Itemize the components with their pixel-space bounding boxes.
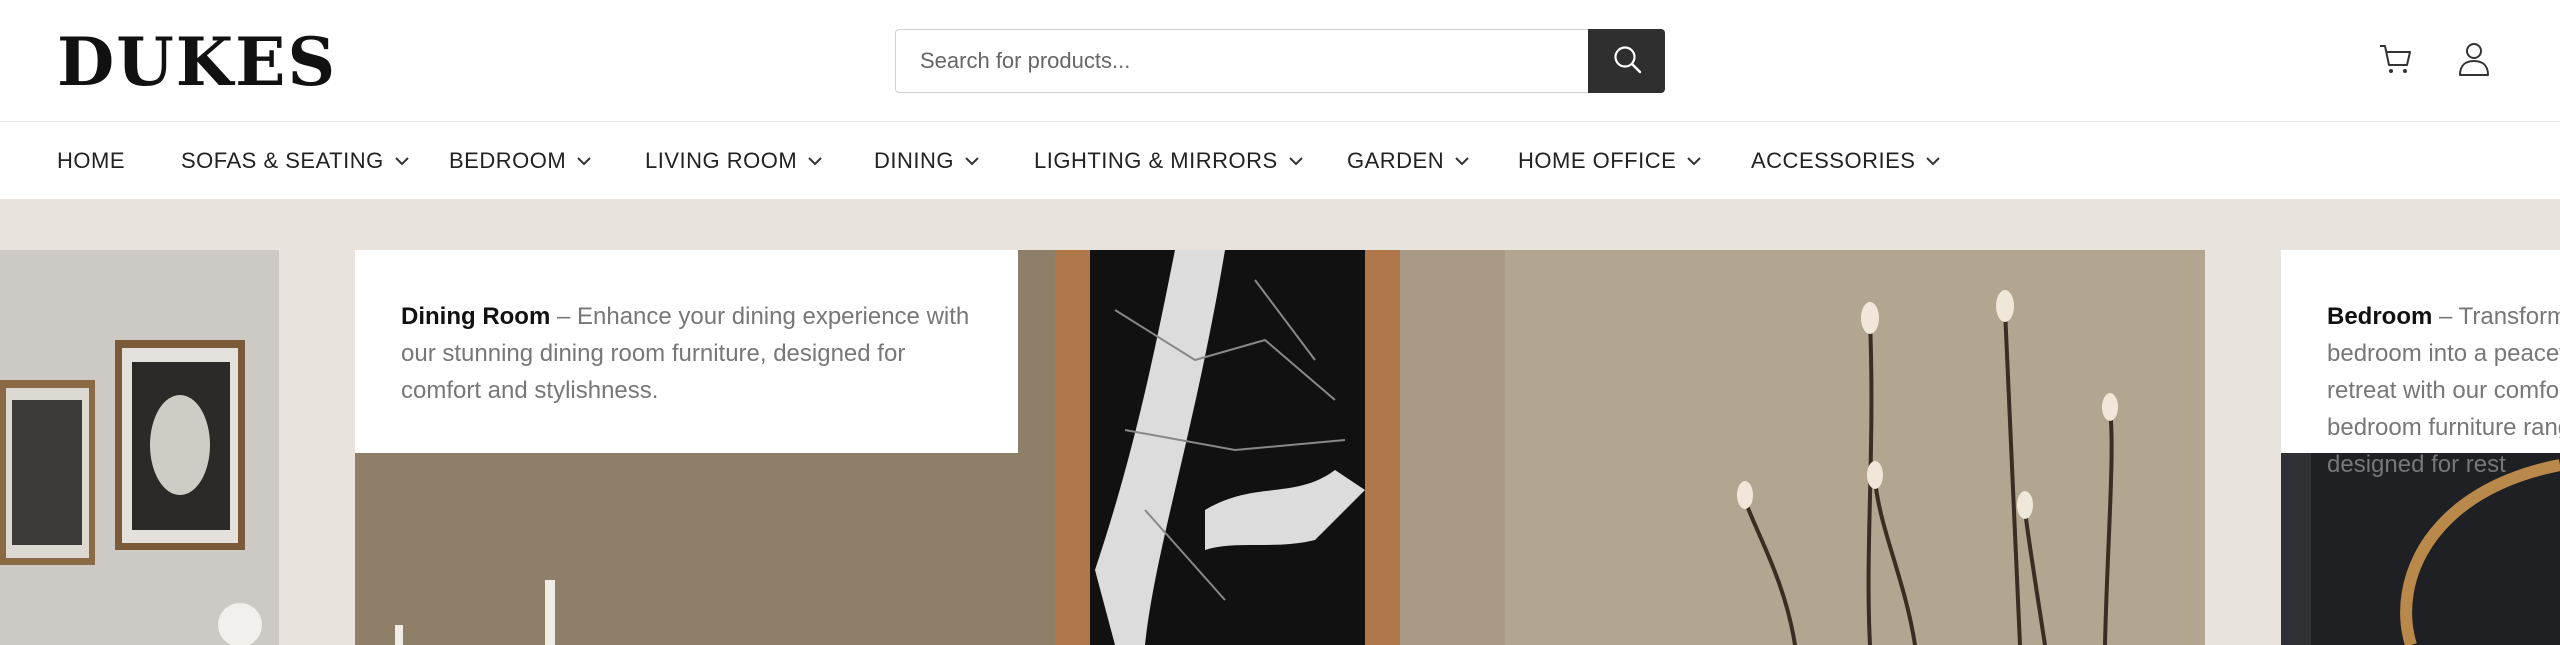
chevron-down-icon <box>1288 156 1304 166</box>
nav-item-sofas-seating[interactable]: SOFAS & SEATING <box>181 122 410 199</box>
search-icon <box>1611 43 1643 80</box>
nav-item-living-room[interactable]: LIVING ROOM <box>645 122 823 199</box>
search-bar <box>895 29 1665 93</box>
nav-item-bedroom[interactable]: BEDROOM <box>449 122 592 199</box>
slide-next[interactable]: Bedroom – Transform your bedroom into a … <box>2281 250 2560 645</box>
chevron-down-icon <box>807 156 823 166</box>
cart-icon <box>2378 41 2414 82</box>
slide-caption: Dining Room – Enhance your dining experi… <box>355 250 1018 453</box>
slide-previous[interactable] <box>0 250 279 645</box>
nav-item-accessories[interactable]: ACCESSORIES <box>1751 122 1941 199</box>
chevron-down-icon <box>1925 156 1941 166</box>
chevron-down-icon <box>1454 156 1470 166</box>
nav-item-label: SOFAS & SEATING <box>181 147 384 173</box>
nav-item-label: LIGHTING & MIRRORS <box>1034 147 1278 173</box>
chevron-down-icon <box>964 156 980 166</box>
nav-item-lighting-mirrors[interactable]: LIGHTING & MIRRORS <box>1034 122 1304 199</box>
search-button[interactable] <box>1588 29 1665 93</box>
chevron-down-icon <box>394 156 410 166</box>
cart-button[interactable] <box>2375 40 2417 82</box>
nav-item-label: GARDEN <box>1347 147 1445 173</box>
user-icon <box>2457 41 2491 82</box>
nav-item-label: HOME OFFICE <box>1518 147 1677 173</box>
slide-caption-title: Bedroom <box>2327 303 2433 330</box>
slide-current[interactable]: Dining Room – Enhance your dining experi… <box>355 250 2205 645</box>
nav-item-garden[interactable]: GARDEN <box>1347 122 1470 199</box>
nav-item-label: BEDROOM <box>449 147 567 173</box>
account-button[interactable] <box>2453 40 2495 82</box>
slide-caption: Bedroom – Transform your bedroom into a … <box>2281 250 2560 478</box>
chevron-down-icon <box>576 156 592 166</box>
slide-caption-title: Dining Room <box>401 303 551 330</box>
nav-item-dining[interactable]: DINING <box>874 122 980 199</box>
nav-item-label: HOME <box>57 147 125 173</box>
nav-item-home-office[interactable]: HOME OFFICE <box>1518 122 1702 199</box>
site-header: DUKES <box>0 0 2560 122</box>
nav-item-label: ACCESSORIES <box>1751 147 1916 173</box>
chevron-down-icon <box>1686 156 1702 166</box>
search-input[interactable] <box>895 29 1588 93</box>
nav-item-label: DINING <box>874 147 954 173</box>
main-nav: HOME SOFAS & SEATING BEDROOM LIVING ROOM… <box>0 122 2560 200</box>
nav-item-home[interactable]: HOME <box>57 122 125 199</box>
hero-carousel: Dining Room – Enhance your dining experi… <box>0 199 2560 645</box>
site-logo[interactable]: DUKES <box>57 26 337 98</box>
slide-image <box>0 250 279 645</box>
nav-item-label: LIVING ROOM <box>645 147 798 173</box>
